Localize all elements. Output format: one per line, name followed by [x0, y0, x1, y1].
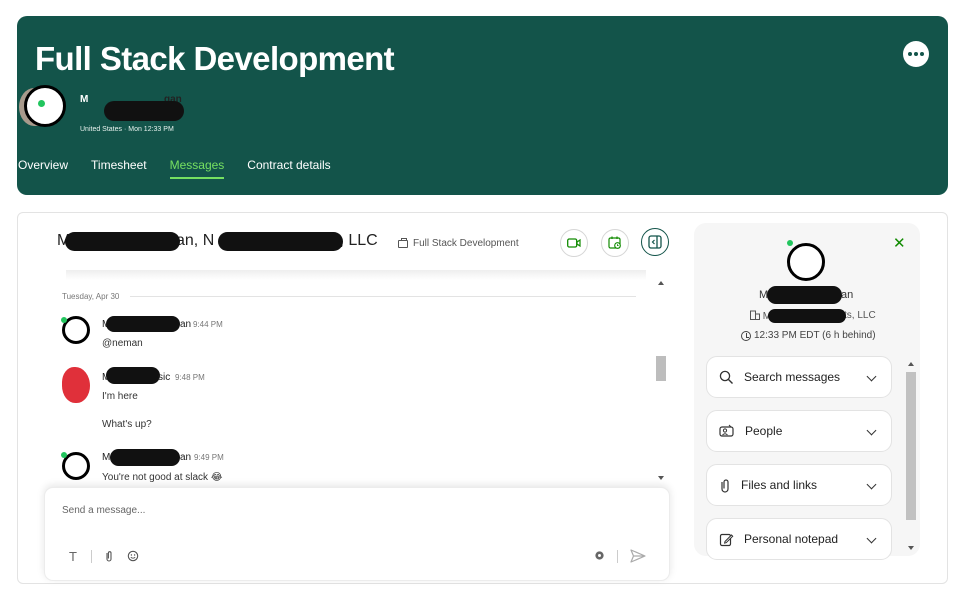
section-label: Files and links: [741, 478, 818, 492]
redaction-bar: [768, 309, 846, 323]
scroll-down-arrow[interactable]: [908, 546, 914, 550]
tab-overview[interactable]: Overview: [18, 158, 68, 172]
section-label: People: [745, 424, 783, 438]
emoji-icon[interactable]: [127, 550, 139, 565]
video-call-button[interactable]: [560, 229, 588, 257]
message-timestamp: 9:48 PM: [175, 373, 205, 382]
page-title: Full Stack Development: [35, 40, 395, 77]
online-status-dot: [61, 452, 67, 458]
message-timestamp: 9:44 PM: [193, 320, 223, 329]
client-location-time: United States · Mon 12:33 PM: [80, 126, 174, 133]
divider: [91, 550, 92, 563]
send-icon[interactable]: [630, 549, 646, 566]
section-label: Personal notepad: [744, 532, 839, 546]
sender-name-end: an: [180, 319, 192, 330]
message-input[interactable]: Send a message...: [62, 505, 145, 516]
message-list-scrollbar[interactable]: [655, 276, 667, 482]
message-text: I'm here: [102, 391, 138, 402]
section-label: Search messages: [744, 370, 841, 384]
search-icon: [719, 370, 733, 384]
contract-tabs: Overview Timesheet Messages Contract det…: [18, 158, 354, 179]
tab-messages[interactable]: Messages: [169, 158, 224, 179]
dot: [914, 52, 918, 56]
avatar[interactable]: [62, 367, 90, 403]
close-icon[interactable]: ✕: [893, 234, 906, 252]
divider: [617, 550, 618, 563]
client-name: M gan: [80, 94, 182, 105]
message-text: What's up?: [102, 419, 152, 430]
scroll-down-arrow[interactable]: [658, 476, 664, 480]
tab-timesheet[interactable]: Timesheet: [91, 158, 147, 172]
redaction-bar: [106, 316, 180, 332]
toggle-details-panel-button[interactable]: [641, 228, 669, 256]
client-avatar[interactable]: [24, 85, 66, 127]
text-format-icon[interactable]: T: [69, 549, 77, 564]
divider: [130, 296, 636, 297]
sender-name-end: an: [180, 452, 192, 463]
conversation-project: Full Stack Development: [398, 237, 519, 249]
chevron-down-icon: [866, 479, 877, 490]
chevron-down-icon: [866, 371, 877, 382]
online-status-dot: [787, 240, 793, 246]
chevron-down-icon: [866, 425, 877, 436]
notepad-icon: [719, 533, 734, 546]
message-timestamp: 9:49 PM: [194, 453, 224, 462]
dot: [908, 52, 912, 56]
contact-avatar[interactable]: [787, 243, 825, 281]
dot: [920, 52, 924, 56]
message-text: @neman: [102, 338, 143, 349]
company-name-end: ts, LLC: [844, 310, 876, 321]
search-messages-section[interactable]: Search messages: [706, 356, 892, 398]
date-separator: Tuesday, Apr 30: [62, 292, 120, 301]
scrollbar-thumb[interactable]: [656, 356, 666, 381]
more-options-button[interactable]: [903, 41, 929, 67]
client-name-start: M: [80, 94, 89, 105]
title-part: an, N: [176, 232, 215, 249]
scroll-up-arrow[interactable]: [908, 362, 914, 366]
message-list-fade: [66, 270, 646, 280]
sender-name-end: sic: [158, 372, 171, 383]
scroll-up-arrow[interactable]: [658, 281, 664, 285]
building-icon: [750, 310, 760, 320]
scrollbar-thumb[interactable]: [906, 372, 916, 520]
contact-name-end: an: [841, 289, 854, 301]
chevron-down-icon: [866, 533, 877, 544]
briefcase-icon: [398, 237, 408, 248]
settings-icon[interactable]: [594, 550, 605, 564]
online-status-dot: [38, 100, 45, 107]
files-and-links-section[interactable]: Files and links: [706, 464, 892, 506]
paperclip-icon: [721, 478, 729, 493]
people-icon: [719, 424, 734, 437]
details-panel-scrollbar[interactable]: [904, 358, 918, 554]
tab-contract-details[interactable]: Contract details: [247, 158, 330, 172]
redaction-bar: [110, 449, 180, 466]
contact-local-time: 12:33 PM EDT (6 h behind): [741, 330, 876, 341]
message-composer[interactable]: Send a message... T: [44, 487, 670, 581]
personal-notepad-section[interactable]: Personal notepad: [706, 518, 892, 560]
sidebar-toggle-icon: [648, 235, 662, 249]
clock-icon: [741, 330, 751, 341]
message-text: You're not good at slack 😂: [102, 472, 223, 483]
people-section[interactable]: People: [706, 410, 892, 452]
calendar-clock-icon: [608, 236, 621, 249]
project-label: Full Stack Development: [413, 238, 519, 249]
schedule-meeting-button[interactable]: [601, 229, 629, 257]
video-camera-icon: [567, 238, 581, 248]
online-status-dot: [61, 317, 67, 323]
redaction-bar: [218, 232, 343, 251]
redaction-bar: [106, 367, 160, 384]
attach-icon[interactable]: [105, 550, 113, 566]
redaction-bar: [104, 101, 184, 121]
local-time-label: 12:33 PM EDT (6 h behind): [754, 330, 876, 341]
redaction-bar: [767, 286, 842, 304]
redaction-bar: [65, 232, 180, 251]
